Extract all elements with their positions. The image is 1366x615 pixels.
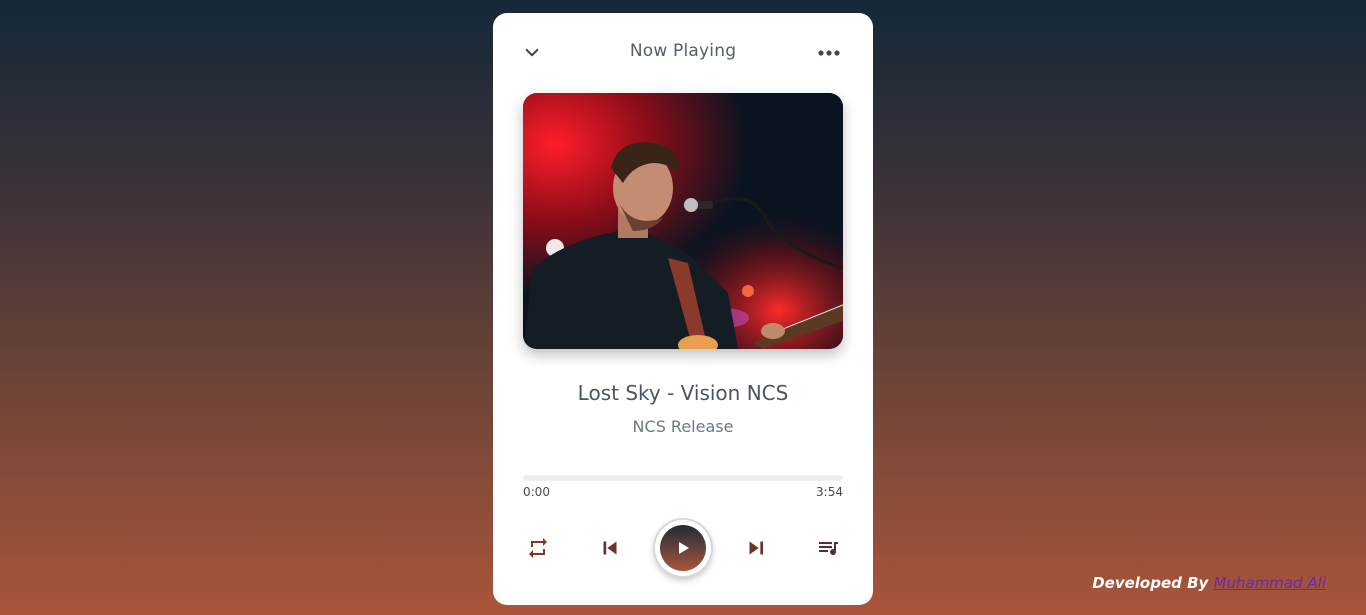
album-art	[523, 93, 843, 349]
repeat-button[interactable]	[523, 518, 553, 578]
playback-controls	[493, 518, 873, 578]
play-button[interactable]	[655, 520, 711, 576]
page-title: Now Playing	[629, 41, 737, 61]
playlist-button[interactable]	[813, 518, 843, 578]
developer-credit: Developed By Muhammad Ali	[1092, 574, 1326, 592]
play-icon	[679, 542, 689, 554]
next-button[interactable]	[741, 518, 771, 578]
music-player-card: Now Playing Lost Sky - Vision NCS NCS Re…	[493, 13, 873, 605]
current-time: 0:00	[523, 485, 550, 499]
track-duration: 3:54	[816, 485, 843, 499]
playlist-icon	[819, 542, 838, 556]
credit-prefix: Developed By	[1092, 574, 1214, 592]
track-title: Lost Sky - Vision NCS	[577, 381, 789, 405]
play-button-face	[660, 525, 706, 571]
player-header: Now Playing	[493, 39, 873, 67]
progress-bar[interactable]	[523, 475, 843, 481]
skip-previous-icon	[603, 541, 617, 555]
author-link[interactable]: Muhammad Ali	[1214, 574, 1326, 592]
previous-button[interactable]	[595, 518, 625, 578]
more-horizontal-icon	[818, 50, 840, 56]
skip-next-icon	[749, 541, 764, 555]
repeat-icon	[529, 538, 547, 558]
more-options-button[interactable]	[817, 42, 841, 64]
album-art-image	[523, 93, 843, 349]
track-artist: NCS Release	[632, 417, 734, 436]
